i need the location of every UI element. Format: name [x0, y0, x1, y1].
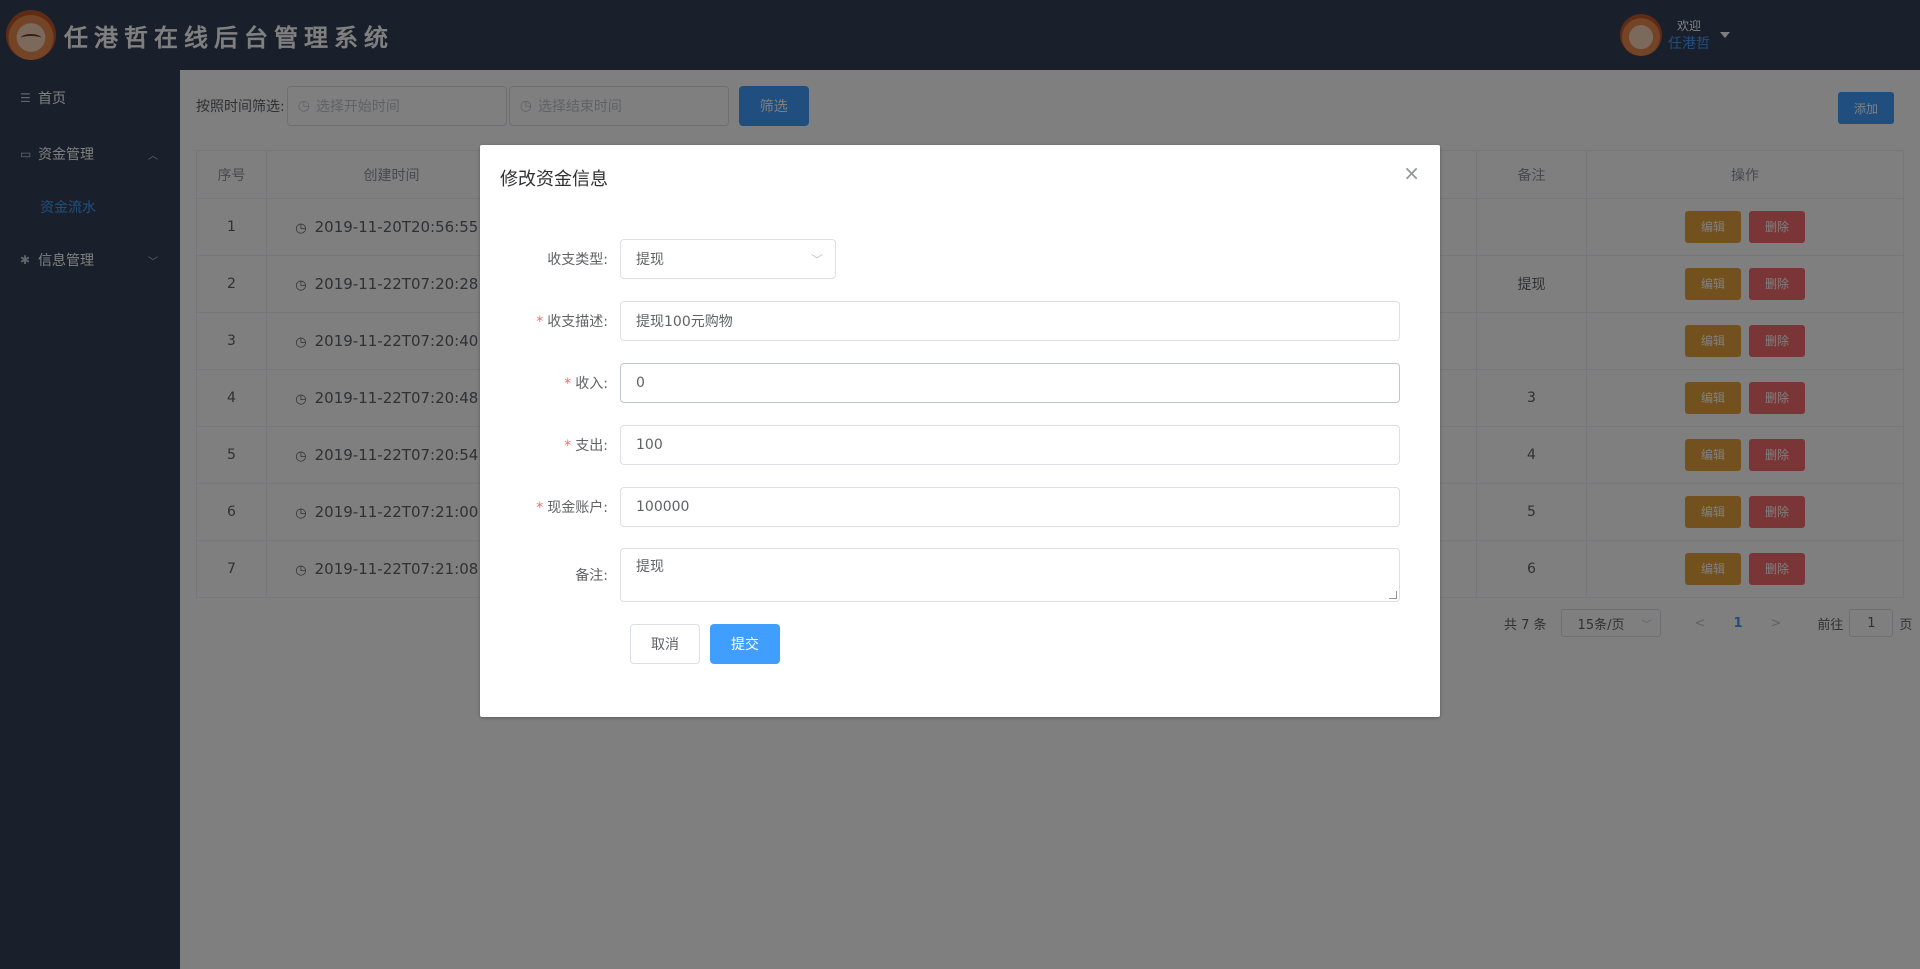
cash-label: * 现金账户:	[536, 500, 608, 516]
expense-input[interactable]: 100	[620, 425, 1400, 465]
close-icon[interactable]: ×	[1403, 161, 1420, 185]
form-actions: 取消 提交	[630, 624, 780, 664]
income-input[interactable]: 0	[620, 363, 1400, 403]
form-row-expense: * 支出: 100	[480, 425, 1400, 465]
type-label: 收支类型:	[547, 252, 608, 268]
desc-input[interactable]: 提现100元购物	[620, 301, 1400, 341]
submit-button[interactable]: 提交	[710, 624, 780, 664]
remark-label: 备注:	[575, 568, 608, 584]
form-row-remark: 备注: 提现	[480, 548, 1400, 602]
desc-label: * 收支描述:	[536, 314, 608, 330]
form-row-type: 收支类型: 提现 ﹀	[480, 239, 836, 279]
resize-handle-icon[interactable]	[1389, 591, 1397, 599]
form-row-cash: * 现金账户: 100000	[480, 487, 1400, 527]
cancel-button[interactable]: 取消	[630, 624, 700, 664]
remark-textarea[interactable]: 提现	[620, 548, 1400, 602]
type-select[interactable]: 提现 ﹀	[620, 239, 836, 279]
dialog-title: 修改资金信息	[500, 169, 608, 190]
form-row-desc: * 收支描述: 提现100元购物	[480, 301, 1400, 341]
income-label: * 收入:	[564, 376, 608, 392]
form-row-income: * 收入: 0	[480, 363, 1400, 403]
cash-input[interactable]: 100000	[620, 487, 1400, 527]
chevron-down-icon: ﹀	[810, 252, 823, 267]
edit-fund-dialog: 修改资金信息 × 收支类型: 提现 ﹀ * 收支描述: 提现100元购物 * 收入:…	[480, 145, 1440, 717]
expense-label: * 支出:	[564, 438, 608, 454]
